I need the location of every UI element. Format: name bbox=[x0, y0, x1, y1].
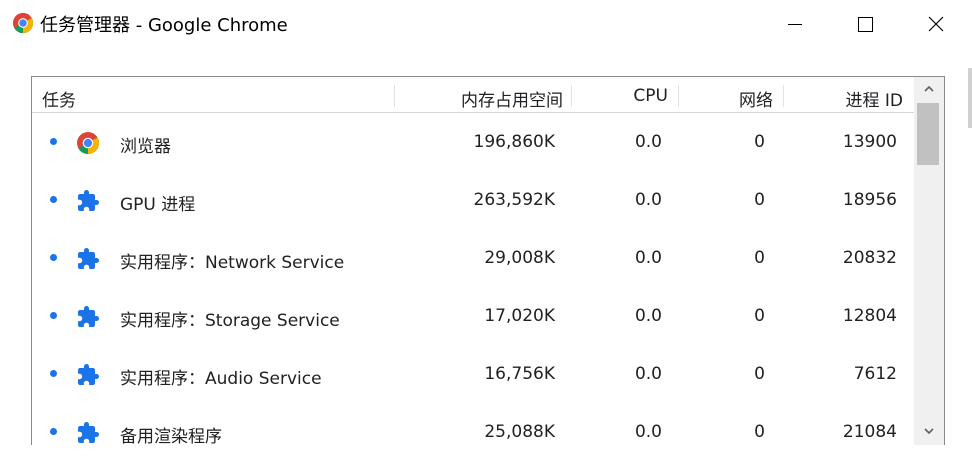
table-row[interactable]: GPU 进程 263,592K 0.0 0 18956 bbox=[32, 171, 914, 229]
minimize-button[interactable] bbox=[780, 10, 810, 38]
task-name: 实用程序：Network Service bbox=[120, 253, 345, 273]
cpu-value: 0.0 bbox=[634, 248, 662, 268]
pid-value: 18956 bbox=[842, 190, 897, 210]
close-icon bbox=[928, 16, 944, 32]
table-row[interactable]: 实用程序：Storage Service 17,020K 0.0 0 12804 bbox=[32, 287, 914, 345]
column-divider[interactable] bbox=[783, 85, 784, 107]
cpu-value: 0.0 bbox=[634, 422, 662, 442]
pid-value: 7612 bbox=[853, 364, 897, 384]
puzzle-icon bbox=[78, 190, 99, 211]
puzzle-icon bbox=[78, 364, 99, 385]
column-header-pid[interactable]: 进程 ID bbox=[845, 86, 903, 111]
column-header-memory[interactable]: 内存占用空间 bbox=[461, 86, 563, 111]
table-row[interactable]: 备用渲染程序 25,088K 0.0 0 21084 bbox=[32, 403, 914, 445]
scroll-up-button[interactable] bbox=[914, 79, 944, 99]
memory-value: 196,860K bbox=[473, 132, 555, 152]
network-value: 0 bbox=[754, 422, 765, 442]
bullet-icon bbox=[50, 428, 57, 435]
pid-value: 12804 bbox=[842, 306, 897, 326]
network-value: 0 bbox=[754, 364, 765, 384]
task-name: 备用渲染程序 bbox=[120, 427, 222, 445]
cpu-value: 0.0 bbox=[634, 364, 662, 384]
task-name: 浏览器 bbox=[120, 137, 171, 157]
table-row[interactable]: 实用程序：Network Service 29,008K 0.0 0 20832 bbox=[32, 229, 914, 287]
bullet-icon bbox=[50, 138, 57, 145]
pid-value: 20832 bbox=[842, 248, 897, 268]
bullet-icon bbox=[50, 312, 57, 319]
chevron-down-icon bbox=[924, 428, 934, 435]
memory-value: 17,020K bbox=[484, 306, 555, 326]
vertical-scrollbar[interactable] bbox=[914, 77, 944, 445]
memory-value: 263,592K bbox=[473, 190, 555, 210]
background-window-edge bbox=[968, 68, 972, 128]
table-row[interactable]: 实用程序：Audio Service 16,756K 0.0 0 7612 bbox=[32, 345, 914, 403]
puzzle-icon bbox=[78, 422, 99, 443]
title-bar[interactable]: 任务管理器 - Google Chrome bbox=[0, 0, 972, 48]
column-header-network[interactable]: 网络 bbox=[739, 86, 773, 111]
task-table: 任务 内存占用空间 CPU 网络 进程 ID 浏览器 196,860K 0.0 … bbox=[31, 76, 945, 445]
bullet-icon bbox=[50, 370, 57, 377]
pid-value: 13900 bbox=[842, 132, 897, 152]
puzzle-icon bbox=[78, 306, 99, 327]
task-name: GPU 进程 bbox=[120, 195, 196, 215]
window-title: 任务管理器 - Google Chrome bbox=[40, 15, 288, 36]
chevron-up-icon bbox=[924, 85, 934, 92]
scrollbar-thumb[interactable] bbox=[917, 103, 939, 165]
cpu-value: 0.0 bbox=[634, 132, 662, 152]
table-header: 任务 内存占用空间 CPU 网络 进程 ID bbox=[32, 77, 914, 113]
column-divider[interactable] bbox=[571, 85, 572, 107]
task-name: 实用程序：Audio Service bbox=[120, 369, 322, 389]
chrome-icon bbox=[12, 12, 34, 34]
close-button[interactable] bbox=[921, 10, 951, 38]
network-value: 0 bbox=[754, 190, 765, 210]
column-divider[interactable] bbox=[678, 85, 679, 107]
task-name: 实用程序：Storage Service bbox=[120, 311, 340, 331]
network-value: 0 bbox=[754, 306, 765, 326]
network-value: 0 bbox=[754, 132, 765, 152]
scroll-down-button[interactable] bbox=[914, 421, 944, 441]
bullet-icon bbox=[50, 254, 57, 261]
memory-value: 16,756K bbox=[484, 364, 555, 384]
column-divider[interactable] bbox=[394, 85, 395, 107]
cpu-value: 0.0 bbox=[634, 190, 662, 210]
table-row[interactable]: 浏览器 196,860K 0.0 0 13900 bbox=[32, 113, 914, 171]
puzzle-icon bbox=[78, 248, 99, 269]
pid-value: 21084 bbox=[842, 422, 897, 442]
cpu-value: 0.0 bbox=[634, 306, 662, 326]
chrome-icon bbox=[77, 132, 99, 154]
memory-value: 25,088K bbox=[484, 422, 555, 442]
bullet-icon bbox=[50, 196, 57, 203]
maximize-button[interactable] bbox=[850, 10, 880, 38]
column-header-cpu[interactable]: CPU bbox=[633, 86, 668, 106]
network-value: 0 bbox=[754, 248, 765, 268]
memory-value: 29,008K bbox=[484, 248, 555, 268]
column-header-task[interactable]: 任务 bbox=[42, 86, 76, 111]
